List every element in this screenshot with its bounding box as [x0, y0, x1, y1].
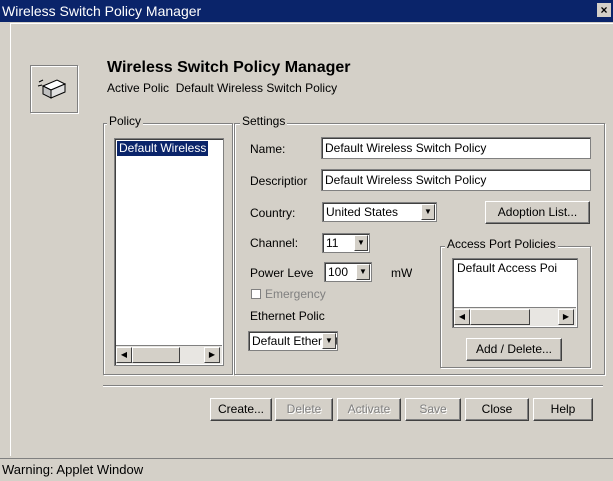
access-port-list[interactable]: Default Access Poi ◀ ▶ — [452, 258, 578, 328]
ethernet-policy-select[interactable]: Default Ethernet ▼ — [248, 331, 338, 351]
scroll-thumb[interactable] — [470, 309, 530, 325]
country-label: Country: — [250, 206, 296, 220]
name-label: Name: — [250, 142, 286, 156]
channel-label: Channel: — [250, 236, 299, 250]
scroll-right-icon[interactable]: ▶ — [558, 309, 574, 325]
country-select[interactable]: United States ▼ — [322, 202, 437, 222]
help-button[interactable]: Help — [533, 398, 593, 421]
active-policy-value: Default Wireless Switch Policy — [175, 81, 338, 95]
chevron-down-icon[interactable]: ▼ — [354, 235, 368, 251]
scroll-thumb[interactable] — [132, 347, 180, 363]
power-unit: mW — [391, 266, 413, 280]
access-port-legend: Access Port Policies — [445, 237, 558, 251]
scroll-right-icon[interactable]: ▶ — [204, 347, 220, 363]
channel-select[interactable]: 11 ▼ — [322, 233, 370, 253]
description-label: Descriptior — [250, 174, 308, 188]
close-button[interactable]: Close — [465, 398, 529, 421]
create-button[interactable]: Create... — [210, 398, 272, 421]
description-field[interactable]: Default Wireless Switch Policy — [321, 169, 591, 191]
delete-button[interactable]: Delete — [275, 398, 333, 421]
scroll-left-icon[interactable]: ◀ — [454, 309, 470, 325]
access-port-scrollbar[interactable]: ◀ ▶ — [454, 307, 576, 326]
emergency-label: Emergency — [265, 287, 326, 301]
active-policy-label: Active Polic — [107, 81, 170, 95]
separator — [103, 385, 603, 387]
activate-button[interactable]: Activate — [337, 398, 401, 421]
channel-value: 11 — [326, 236, 339, 250]
chevron-down-icon[interactable]: ▼ — [421, 204, 435, 220]
policy-list-scrollbar[interactable]: ◀ ▶ — [116, 345, 222, 364]
power-level-label: Power Leve — [250, 266, 314, 280]
active-policy-line: Active Polic Default Wireless Switch Pol… — [107, 81, 337, 95]
policy-list[interactable]: Default Wireless ◀ ▶ — [114, 138, 224, 366]
country-value: United States — [326, 205, 399, 219]
switch-icon — [30, 65, 78, 113]
ethernet-policy-label: Ethernet Polic — [250, 309, 325, 323]
title-bar: Wireless Switch Policy Manager × — [0, 0, 613, 22]
adoption-list-button[interactable]: Adoption List... — [485, 201, 590, 224]
scroll-left-icon[interactable]: ◀ — [116, 347, 132, 363]
name-field[interactable]: Default Wireless Switch Policy — [321, 137, 591, 159]
access-port-list-item[interactable]: Default Access Poi — [455, 261, 577, 276]
chevron-down-icon[interactable]: ▼ — [356, 264, 370, 280]
status-bar: Warning: Applet Window — [0, 458, 613, 481]
add-delete-button[interactable]: Add / Delete... — [466, 338, 562, 361]
emergency-checkbox[interactable] — [251, 289, 261, 299]
window-title: Wireless Switch Policy Manager — [2, 3, 202, 19]
power-level-value: 100 — [328, 265, 349, 279]
power-level-select[interactable]: 100 ▼ — [324, 262, 372, 282]
settings-legend: Settings — [240, 114, 288, 128]
close-window-button[interactable]: × — [597, 3, 611, 17]
page-title: Wireless Switch Policy Manager — [107, 59, 351, 76]
policy-legend: Policy — [107, 114, 144, 128]
save-button[interactable]: Save — [405, 398, 461, 421]
policy-list-item[interactable]: Default Wireless — [117, 141, 209, 156]
chevron-down-icon[interactable]: ▼ — [322, 333, 336, 349]
